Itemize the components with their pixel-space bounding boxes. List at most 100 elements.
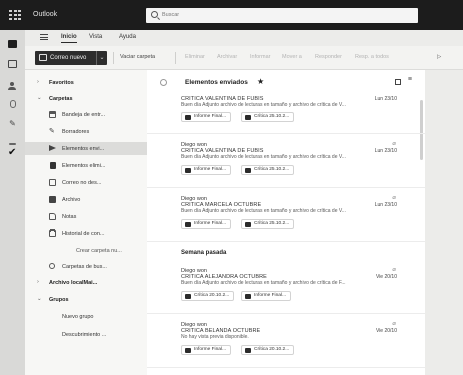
checkmark-icon[interactable]: ✔ [8, 148, 17, 158]
attachment-chip[interactable]: Informe Final... [181, 345, 231, 355]
reply-all-button[interactable]: Resp. a todos [355, 54, 389, 60]
archive-icon [49, 196, 56, 203]
tab-vista[interactable]: Vista [89, 34, 102, 40]
ribbon-tabs: Inicio Vista Ayuda [25, 30, 463, 46]
mail-icon[interactable] [8, 40, 17, 48]
folder-label: Historial de con... [62, 230, 105, 237]
attachment-icon[interactable] [10, 100, 16, 108]
menu-icon[interactable] [40, 34, 48, 40]
message-preview: Buen día Adjunto archivo de lecturas en … [181, 102, 346, 108]
divider [175, 52, 176, 64]
inbox-icon [49, 111, 56, 118]
folder-item-sent[interactable]: Elementos envi... [25, 142, 147, 155]
divider [113, 52, 114, 64]
search-folders-item[interactable]: Carpetas de bus... [25, 260, 147, 273]
favorite-star-icon[interactable]: ★ [257, 77, 264, 86]
chevron-right-icon: › [37, 279, 39, 285]
search-input[interactable]: Buscar [162, 12, 179, 18]
filter-icon[interactable] [395, 79, 401, 85]
attachment-icon: ⌀ [392, 267, 396, 273]
folders-group[interactable]: ⌄ Carpetas [25, 92, 147, 105]
report-button[interactable]: Informar [250, 54, 270, 60]
forward-icon[interactable]: ▷ [437, 54, 441, 60]
app-rail: ✎ ✔ [0, 30, 25, 375]
folder-item-deleted[interactable]: Elementos elimi... [25, 159, 147, 172]
attachment-chip[interactable]: Crítica 25.10.2... [241, 219, 295, 229]
trash-icon [50, 162, 56, 169]
message-preview: Buen día Adjunto archivo de lecturas en … [181, 280, 346, 286]
attachment-chip[interactable]: Informe Final... [241, 291, 291, 301]
folder-item-drafts[interactable]: ✎ Borradores [25, 125, 147, 138]
attachment-name: Crítica 25.10.2... [254, 221, 290, 226]
discover-groups-link[interactable]: Descubrimiento ... [25, 328, 147, 341]
message-preview: No hay vista previa disponible. [181, 334, 249, 340]
create-folder-label: Crear carpeta nu... [76, 247, 122, 254]
reply-button[interactable]: Responder [315, 54, 342, 60]
envelope-icon [39, 54, 47, 61]
attachment-chip[interactable]: Crítica 25.10.2... [241, 112, 295, 122]
app-title: Outlook [33, 11, 58, 18]
folder-item-inbox[interactable]: Bandeja de entr... [25, 108, 147, 121]
folders-label: Carpetas [49, 95, 73, 102]
document-icon [185, 347, 191, 353]
groups-label: Grupos [49, 296, 69, 303]
message-row[interactable]: Diego won ⌀ CRITICA MARCELA OCTUBRE Lun … [147, 190, 425, 242]
message-row[interactable]: Diego won ⌀ CRITICA ALEJANDRA OCTUBRE Vi… [147, 262, 425, 314]
document-icon [185, 293, 191, 299]
attachment-name: Crítica 20.10.2... [254, 347, 290, 352]
delete-button[interactable]: Eliminar [185, 54, 205, 60]
sort-icon[interactable]: ≡ [408, 76, 412, 83]
document-icon [185, 221, 191, 227]
attachment-icon: ⌀ [392, 195, 396, 201]
discover-groups-label: Descubrimiento ... [62, 331, 107, 338]
tab-ayuda[interactable]: Ayuda [119, 34, 136, 40]
select-all-checkbox[interactable] [160, 79, 167, 86]
folder-label: Carpetas de bus... [62, 263, 107, 270]
todo-icon[interactable]: ✎ [8, 120, 17, 128]
calendar-icon[interactable] [8, 60, 17, 68]
chevron-down-icon[interactable]: ⌄ [96, 51, 107, 65]
attachment-name: Informe Final... [194, 114, 226, 119]
folder-item-history[interactable]: Historial de con... [25, 227, 147, 240]
create-folder-link[interactable]: Crear carpeta nu... [25, 244, 147, 257]
new-mail-button[interactable]: Correo nuevo ⌄ [35, 51, 107, 65]
search-icon [151, 11, 158, 18]
message-row[interactable]: CRITICA VALENTINA DE FUBIS Lun 23/10 Bue… [147, 94, 425, 134]
attachment-name: Informe Final... [194, 221, 226, 226]
message-row[interactable]: Diego won ⌀ CRITICA BELANDA OCTUBRE Vie … [147, 316, 425, 368]
message-preview: Buen día Adjunto archivo de lecturas en … [181, 208, 346, 214]
local-archive-group[interactable]: › Archivo localMai... [25, 276, 147, 289]
favorites-group[interactable]: › Favoritos [25, 76, 147, 89]
attachment-chip[interactable]: Informe Final... [181, 112, 231, 122]
document-icon [245, 114, 251, 120]
move-button[interactable]: Mover a [282, 54, 302, 60]
folder-item-notes[interactable]: Notas [25, 210, 147, 223]
folder-item-archive[interactable]: Archivo [25, 193, 147, 206]
attachment-chip[interactable]: Crítica 25.10.2... [241, 165, 295, 175]
document-icon [245, 221, 251, 227]
message-row[interactable]: Diego won ⌀ CRITICA VALENTINA DE FUBIS L… [147, 136, 425, 188]
search-box[interactable]: Buscar [146, 8, 418, 23]
new-group-link[interactable]: Nuevo grupo [25, 310, 147, 323]
draft-icon: ✎ [49, 128, 55, 135]
attachment-chip[interactable]: Informe Final... [181, 165, 231, 175]
attachment-chip[interactable]: Crítica 20.10.2... [241, 345, 295, 355]
document-icon [185, 167, 191, 173]
groups-group[interactable]: ⌄ Grupos [25, 293, 147, 306]
reading-pane [425, 70, 463, 375]
attachment-name: Informe Final... [194, 167, 226, 172]
section-header: Semana pasada [181, 250, 227, 256]
attachment-chip[interactable]: Crítica 20.10.2... [181, 291, 235, 301]
archive-button[interactable]: Archivar [217, 54, 237, 60]
folder-item-junk[interactable]: Correo no des... [25, 176, 147, 189]
empty-folder-button[interactable]: Vaciar carpeta [120, 54, 155, 60]
folder-label: Elementos envi... [62, 145, 105, 152]
app-launcher-icon[interactable] [9, 10, 21, 20]
send-icon [49, 145, 56, 151]
ribbon-toolbar: Correo nuevo ⌄ Vaciar carpeta Eliminar A… [25, 46, 463, 70]
tab-inicio[interactable]: Inicio [61, 34, 77, 43]
attachment-chip[interactable]: Informe Final... [181, 219, 231, 229]
people-icon[interactable] [8, 82, 17, 90]
list-title: Elementos enviados [185, 79, 248, 86]
new-group-label: Nuevo grupo [62, 313, 94, 320]
